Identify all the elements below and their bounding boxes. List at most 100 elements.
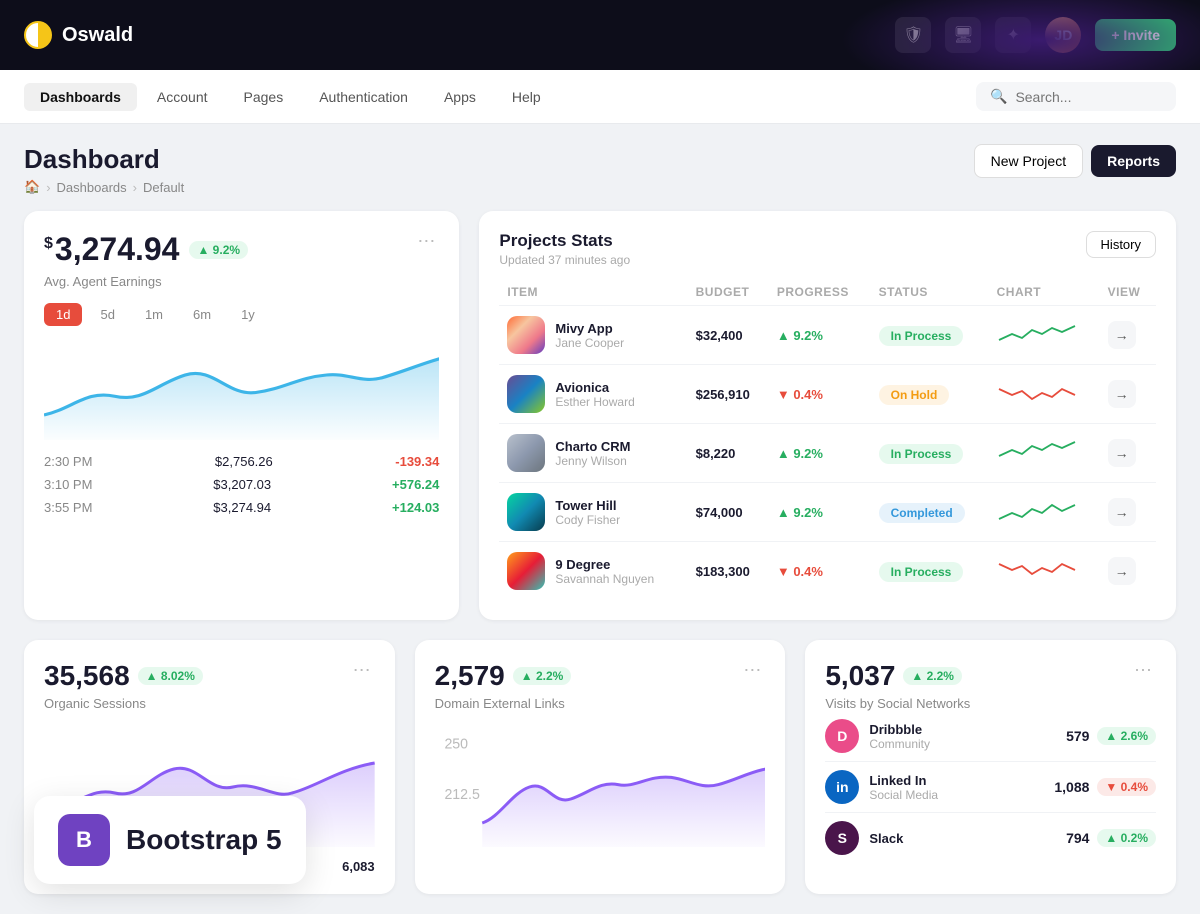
tab-1y[interactable]: 1y bbox=[229, 303, 267, 326]
brand-logo[interactable]: Oswald bbox=[24, 21, 133, 49]
sessions-header: 35,568 ▲ 8.02% Organic Sessions ⋯ bbox=[44, 660, 375, 711]
proj-icon-9degree bbox=[507, 552, 545, 590]
new-project-button[interactable]: New Project bbox=[974, 144, 1083, 178]
linkedin-icon: in bbox=[825, 770, 859, 804]
nav-item-dashboards[interactable]: Dashboards bbox=[24, 83, 137, 111]
progress-avionica: ▼ 0.4% bbox=[777, 387, 823, 402]
budget-charto: $8,220 bbox=[696, 446, 736, 461]
invite-button[interactable]: + Invite bbox=[1095, 19, 1176, 51]
budget-mivy: $32,400 bbox=[696, 328, 743, 343]
earnings-card: $3,274.94 ▲ 9.2% Avg. Agent Earnings ⋯ 1… bbox=[24, 211, 459, 620]
social-label: Visits by Social Networks bbox=[825, 696, 970, 711]
projects-card: Projects Stats Updated 37 minutes ago Hi… bbox=[479, 211, 1176, 620]
domain-menu[interactable]: ⋯ bbox=[739, 660, 765, 711]
top-grid: $3,274.94 ▲ 9.2% Avg. Agent Earnings ⋯ 1… bbox=[24, 211, 1176, 620]
status-avionica: On Hold bbox=[879, 385, 950, 405]
search-wrap: 🔍 bbox=[976, 82, 1176, 111]
search-icon: 🔍 bbox=[990, 88, 1007, 105]
reports-button[interactable]: Reports bbox=[1091, 145, 1176, 177]
page-title: Dashboard bbox=[24, 144, 184, 175]
share-icon[interactable]: ✦ bbox=[995, 17, 1031, 53]
table-row: 9 Degree Savannah Nguyen $183,300 ▼ 0.4%… bbox=[499, 542, 1156, 601]
avatar[interactable]: JD bbox=[1045, 17, 1081, 53]
view-tower[interactable]: → bbox=[1108, 498, 1136, 526]
budget-tower: $74,000 bbox=[696, 505, 743, 520]
view-9degree[interactable]: → bbox=[1108, 557, 1136, 585]
amount-3: $3,274.94 bbox=[213, 500, 271, 515]
chart-mivy bbox=[997, 320, 1092, 351]
status-9degree: In Process bbox=[879, 562, 964, 582]
brand-name: Oswald bbox=[62, 24, 133, 47]
breadcrumb-default: Default bbox=[143, 180, 184, 195]
tab-1d[interactable]: 1d bbox=[44, 303, 82, 326]
tab-5d[interactable]: 5d bbox=[88, 303, 126, 326]
domain-badge: ▲ 2.2% bbox=[513, 667, 572, 685]
shield-icon[interactable]: 🛡 bbox=[895, 17, 931, 53]
domain-chart: 250 212.5 bbox=[435, 727, 766, 847]
earnings-menu[interactable]: ⋯ bbox=[413, 231, 439, 252]
proj-name-9degree: 9 Degree bbox=[555, 557, 654, 572]
nav-item-authentication[interactable]: Authentication bbox=[303, 83, 424, 111]
progress-9degree: ▼ 0.4% bbox=[777, 564, 823, 579]
proj-icon-mivy bbox=[507, 316, 545, 354]
proj-item-tower: Tower Hill Cody Fisher bbox=[507, 493, 679, 531]
proj-item-9degree: 9 Degree Savannah Nguyen bbox=[507, 552, 679, 590]
social-card: 5,037 ▲ 2.2% Visits by Social Networks ⋯… bbox=[805, 640, 1176, 894]
col-budget: BUDGET bbox=[688, 279, 769, 306]
dribbble-count: 579 bbox=[1066, 728, 1089, 744]
proj-item-mivy: Mivy App Jane Cooper bbox=[507, 316, 679, 354]
table-row: Avionica Esther Howard $256,910 ▼ 0.4% O… bbox=[499, 365, 1156, 424]
col-status: STATUS bbox=[871, 279, 989, 306]
top-bar: Oswald 🛡 🖥 ✦ JD + Invite bbox=[0, 0, 1200, 70]
change-1: -139.34 bbox=[395, 454, 439, 469]
view-avionica[interactable]: → bbox=[1108, 380, 1136, 408]
top-bar-right: 🛡 🖥 ✦ JD + Invite bbox=[895, 17, 1176, 53]
breadcrumb-dashboards: Dashboards bbox=[57, 180, 127, 195]
time-2: 3:10 PM bbox=[44, 477, 92, 492]
earnings-row-3: 3:55 PM $3,274.94 +124.03 bbox=[44, 500, 439, 515]
geo-bar bbox=[102, 863, 251, 871]
sessions-menu[interactable]: ⋯ bbox=[349, 660, 375, 711]
social-value: 5,037 bbox=[825, 660, 895, 692]
social-item-linkedin: in Linked In Social Media 1,088 ▼ 0.4% bbox=[825, 762, 1156, 813]
history-button[interactable]: History bbox=[1086, 231, 1156, 258]
monitor-icon[interactable]: 🖥 bbox=[945, 17, 981, 53]
header-actions: New Project Reports bbox=[974, 144, 1176, 178]
col-progress: PROGRESS bbox=[769, 279, 871, 306]
status-mivy: In Process bbox=[879, 326, 964, 346]
nav-item-account[interactable]: Account bbox=[141, 83, 224, 111]
breadcrumb: 🏠 › Dashboards › Default bbox=[24, 179, 184, 195]
amount-1: $2,756.26 bbox=[215, 454, 273, 469]
geo-row-canada: Canada 6,083 bbox=[44, 859, 375, 874]
bottom-grid: 35,568 ▲ 8.02% Organic Sessions ⋯ bbox=[24, 640, 1176, 894]
dribbble-badge: ▲ 2.6% bbox=[1097, 727, 1156, 745]
search-input[interactable] bbox=[1015, 89, 1162, 105]
tab-1m[interactable]: 1m bbox=[133, 303, 175, 326]
view-mivy[interactable]: → bbox=[1108, 321, 1136, 349]
dribbble-name: Dribbble bbox=[869, 722, 930, 737]
tab-6m[interactable]: 6m bbox=[181, 303, 223, 326]
nav-item-pages[interactable]: Pages bbox=[228, 83, 300, 111]
dribbble-sub: Community bbox=[869, 737, 930, 751]
dribbble-icon: D bbox=[825, 719, 859, 753]
sessions-card: 35,568 ▲ 8.02% Organic Sessions ⋯ bbox=[24, 640, 395, 894]
col-item: ITEM bbox=[499, 279, 687, 306]
sessions-label: Organic Sessions bbox=[44, 696, 203, 711]
logo-icon bbox=[24, 21, 52, 49]
view-charto[interactable]: → bbox=[1108, 439, 1136, 467]
col-chart: CHART bbox=[989, 279, 1100, 306]
linkedin-count: 1,088 bbox=[1054, 779, 1089, 795]
domain-label: Domain External Links bbox=[435, 696, 572, 711]
proj-icon-tower bbox=[507, 493, 545, 531]
slack-count: 794 bbox=[1066, 830, 1089, 846]
projects-updated: Updated 37 minutes ago bbox=[499, 253, 630, 267]
projects-header: Projects Stats Updated 37 minutes ago Hi… bbox=[499, 231, 1156, 267]
social-menu[interactable]: ⋯ bbox=[1130, 660, 1156, 711]
proj-item-charto: Charto CRM Jenny Wilson bbox=[507, 434, 679, 472]
geo-count: 6,083 bbox=[342, 859, 375, 874]
proj-sub-mivy: Jane Cooper bbox=[555, 336, 624, 350]
proj-sub-tower: Cody Fisher bbox=[555, 513, 620, 527]
table-row: Charto CRM Jenny Wilson $8,220 ▲ 9.2% In… bbox=[499, 424, 1156, 483]
nav-item-apps[interactable]: Apps bbox=[428, 83, 492, 111]
nav-item-help[interactable]: Help bbox=[496, 83, 557, 111]
